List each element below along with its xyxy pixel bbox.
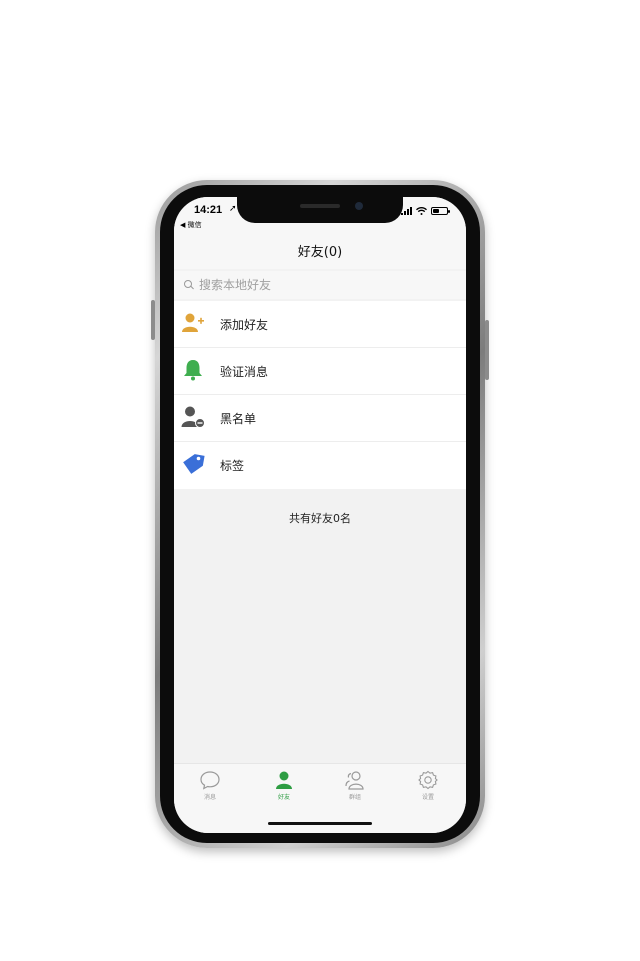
menu-item-tags[interactable]: 标签	[174, 442, 466, 489]
phone-screen: 14:21 ➚ ◀ 微信 好友(0) 搜索本地好友 添加好友 验证消息 黑名单 …	[174, 197, 466, 833]
menu-item-label: 添加好友	[220, 318, 269, 332]
menu-item-label: 标签	[220, 459, 245, 473]
page-title: 好友(0)	[297, 245, 343, 260]
status-time: 14:21	[194, 204, 223, 216]
group-icon	[345, 771, 364, 790]
search-input[interactable]	[199, 278, 439, 292]
menu-item-verification[interactable]: 验证消息	[174, 348, 466, 395]
menu-item-label: 验证消息	[220, 365, 269, 379]
volume-button	[151, 300, 155, 340]
front-camera	[355, 202, 363, 210]
tab-settings[interactable]: 设置	[403, 770, 453, 801]
stage: 14:21 ➚ ◀ 微信 好友(0) 搜索本地好友 添加好友 验证消息 黑名单 …	[0, 0, 640, 961]
menu-item-label: 黑名单	[220, 412, 257, 426]
tab-label: 消息	[203, 794, 216, 801]
status-icons	[401, 207, 450, 215]
blocked-user-icon	[181, 406, 205, 428]
tab-label: 群组	[348, 794, 361, 801]
home-indicator[interactable]	[268, 822, 372, 825]
tag-icon	[183, 454, 205, 474]
battery-icon	[431, 207, 450, 215]
friend-count-text: 共有好友0名	[289, 512, 351, 525]
tab-groups[interactable]: 群组	[330, 770, 380, 801]
tab-friends[interactable]: 好友	[259, 770, 309, 801]
tab-messages[interactable]: 消息	[185, 770, 235, 801]
notch	[237, 197, 403, 223]
speaker-grille	[300, 204, 340, 208]
friend-menu-list: 添加好友 验证消息 黑名单 标签	[174, 301, 466, 489]
search-icon	[184, 280, 194, 290]
power-button	[485, 320, 489, 380]
chat-bubble-icon	[200, 771, 220, 790]
search-bar[interactable]	[174, 271, 466, 299]
back-to-app-link[interactable]: ◀ 微信	[180, 220, 202, 230]
add-friend-icon	[182, 313, 204, 332]
tab-label: 设置	[421, 794, 434, 801]
wifi-icon	[416, 207, 427, 215]
bell-icon	[184, 360, 202, 381]
gear-icon	[418, 770, 438, 790]
tab-label: 好友	[277, 794, 290, 801]
menu-item-blacklist[interactable]: 黑名单	[174, 395, 466, 442]
location-arrow-icon: ➚	[229, 204, 237, 214]
person-icon	[276, 771, 292, 789]
menu-item-add-friend[interactable]: 添加好友	[174, 301, 466, 348]
